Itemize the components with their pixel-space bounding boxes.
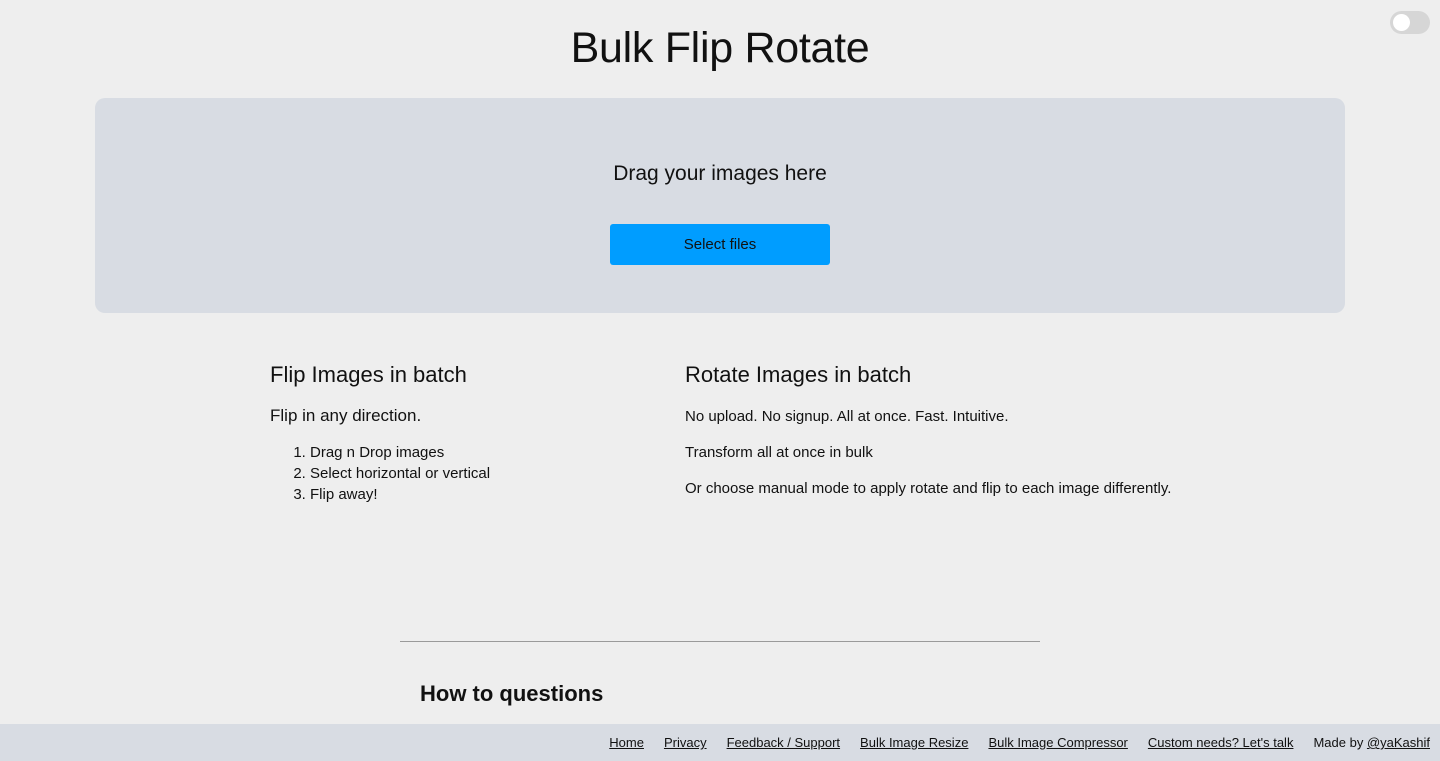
list-item: Drag n Drop images: [310, 442, 650, 463]
rotate-paragraph: No upload. No signup. All at once. Fast.…: [685, 408, 1009, 425]
image-dropzone[interactable]: Drag your images here Select files: [95, 98, 1345, 313]
section-divider: [400, 641, 1040, 642]
footer-link-privacy[interactable]: Privacy: [664, 735, 707, 750]
flip-steps-list: Drag n Drop images Select horizontal or …: [270, 442, 650, 505]
footer-link-home[interactable]: Home: [609, 735, 644, 750]
list-item: Flip away!: [310, 484, 650, 505]
footer-link-bulk-image-compressor[interactable]: Bulk Image Compressor: [988, 735, 1127, 750]
flip-section-subtitle: Flip in any direction.: [270, 406, 422, 425]
howto-title: How to questions: [420, 681, 604, 706]
footer-link-custom-needs[interactable]: Custom needs? Let's talk: [1148, 735, 1294, 750]
select-files-button[interactable]: Select files: [610, 224, 830, 265]
footer-link-feedback[interactable]: Feedback / Support: [727, 735, 840, 750]
dropzone-prompt: Drag your images here: [613, 162, 827, 185]
rotate-section-title: Rotate Images in batch: [685, 362, 912, 387]
flip-section-title: Flip Images in batch: [270, 362, 467, 387]
rotate-section: Rotate Images in batch No upload. No sig…: [685, 362, 1245, 497]
footer-link-bulk-image-resize[interactable]: Bulk Image Resize: [860, 735, 968, 750]
flip-section: Flip Images in batch Flip in any directi…: [270, 362, 650, 505]
list-item: Select horizontal or vertical: [310, 463, 650, 484]
made-by-prefix: Made by: [1313, 735, 1367, 750]
rotate-paragraph: Or choose manual mode to apply rotate an…: [685, 480, 1172, 497]
page-title: Bulk Flip Rotate: [570, 24, 870, 72]
footer: Home Privacy Feedback / Support Bulk Ima…: [0, 724, 1440, 761]
rotate-paragraph: Transform all at once in bulk: [685, 444, 873, 461]
made-by-link[interactable]: @yaKashif: [1367, 735, 1430, 750]
made-by: Made by @yaKashif: [1313, 735, 1430, 750]
page: Bulk Flip Rotate Drag your images here S…: [0, 0, 1440, 761]
